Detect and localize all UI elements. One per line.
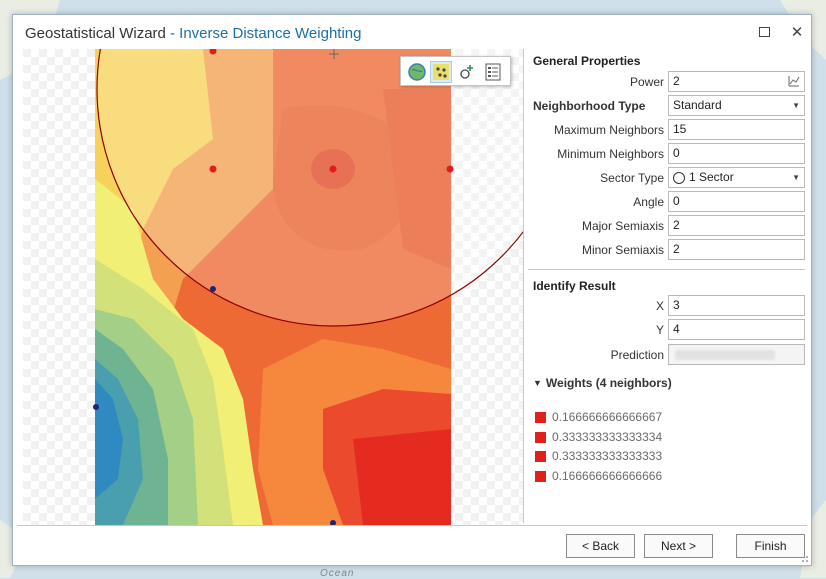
- power-label: Power: [629, 75, 664, 89]
- list-item: 0.333333333333333: [535, 447, 662, 465]
- weight-swatch: [535, 431, 546, 443]
- data-point: [210, 286, 216, 292]
- window-subtitle: - Inverse Distance Weighting: [170, 25, 362, 42]
- power-field[interactable]: 2: [668, 71, 805, 92]
- ocean-label: Ocean: [320, 568, 355, 579]
- globe-icon: [408, 63, 426, 81]
- prediction-field: [668, 344, 805, 365]
- section-divider: [528, 269, 805, 270]
- minor-semiaxis-field[interactable]: 2: [668, 239, 805, 260]
- weight-value: 0.333333333333334: [552, 430, 663, 444]
- properties-panel: General Properties Power 2 Neighborhood …: [524, 49, 811, 523]
- optimize-chart-icon[interactable]: [787, 74, 801, 88]
- data-point: [93, 404, 99, 410]
- finish-button[interactable]: Finish: [736, 534, 805, 558]
- minor-semiaxis-label: Minor Semiaxis: [581, 243, 664, 257]
- prediction-redacted: [675, 350, 775, 360]
- sector-type-value: 1 Sector: [689, 170, 734, 184]
- chevron-down-icon: ▼: [792, 173, 800, 182]
- power-value: 2: [673, 74, 680, 88]
- angle-label: Angle: [633, 195, 664, 209]
- close-icon: ✕: [790, 23, 804, 41]
- x-label: X: [655, 299, 664, 313]
- weights-list: 0.166666666666667 0.333333333333334 0.33…: [533, 406, 805, 523]
- weights-expander[interactable]: ▼ Weights (4 neighbors): [533, 371, 805, 395]
- chevron-down-icon: ▼: [533, 378, 542, 388]
- maximize-icon: [758, 27, 770, 37]
- sector-circle-icon: [673, 172, 685, 184]
- map-preview[interactable]: [23, 49, 523, 525]
- max-neighbors-label: Maximum Neighbors: [553, 123, 664, 137]
- min-neighbors-label: Minimum Neighbors: [557, 147, 664, 161]
- next-button[interactable]: Next >: [644, 534, 713, 558]
- add-point-icon: [460, 65, 473, 79]
- neighbor-point: [329, 165, 337, 173]
- points-icon: [433, 64, 449, 80]
- prediction-label: Prediction: [610, 348, 664, 362]
- weight-value: 0.166666666666667: [552, 410, 663, 424]
- points-tool-button[interactable]: [430, 61, 452, 83]
- neighborhood-type-label: Neighborhood Type: [533, 99, 646, 113]
- maximize-button[interactable]: [751, 21, 777, 43]
- major-semiaxis-field[interactable]: 2: [668, 215, 805, 236]
- x-field[interactable]: 3: [668, 295, 805, 316]
- neighbor-point: [446, 165, 454, 173]
- weight-value: 0.166666666666666: [552, 469, 663, 483]
- add-point-tool-button[interactable]: [456, 61, 478, 83]
- weight-swatch: [535, 450, 546, 462]
- neighbor-point: [209, 165, 217, 173]
- general-properties-heading: General Properties: [533, 54, 641, 68]
- footer-divider: [17, 525, 807, 526]
- resize-grip-icon[interactable]: [799, 553, 809, 563]
- min-neighbors-field[interactable]: 0: [668, 143, 805, 164]
- angle-field[interactable]: 0: [668, 191, 805, 212]
- title-bar: Geostatistical Wizard - Inverse Distance…: [13, 15, 811, 53]
- idw-surface: [23, 49, 523, 525]
- legend-tool-button[interactable]: [482, 61, 504, 83]
- window-title: Geostatistical Wizard: [25, 25, 166, 42]
- y-field[interactable]: 4: [668, 319, 805, 340]
- list-item: 0.333333333333334: [535, 428, 662, 446]
- sector-type-select[interactable]: 1 Sector ▼: [668, 167, 805, 188]
- weight-swatch: [535, 411, 546, 423]
- list-item: 0.166666666666667: [535, 408, 662, 426]
- chevron-down-icon: ▼: [792, 101, 800, 110]
- sector-type-label: Sector Type: [600, 171, 664, 185]
- list-item: 0.166666666666666: [535, 467, 662, 485]
- weight-swatch: [535, 470, 546, 482]
- legend-icon: [485, 63, 501, 81]
- y-label: Y: [655, 323, 664, 337]
- weights-heading: Weights (4 neighbors): [545, 376, 672, 390]
- major-semiaxis-label: Major Semiaxis: [581, 219, 664, 233]
- back-button[interactable]: < Back: [566, 534, 635, 558]
- weight-value: 0.333333333333333: [552, 449, 663, 463]
- globe-tool-button[interactable]: [406, 61, 428, 83]
- neighborhood-type-value: Standard: [673, 98, 722, 112]
- neighborhood-type-select[interactable]: Standard ▼: [668, 95, 805, 116]
- close-button[interactable]: ✕: [784, 21, 810, 43]
- geostatistical-wizard-dialog: Geostatistical Wizard - Inverse Distance…: [12, 14, 812, 566]
- max-neighbors-field[interactable]: 15: [668, 119, 805, 140]
- identify-result-heading: Identify Result: [533, 279, 616, 293]
- map-toolbar: [400, 56, 511, 86]
